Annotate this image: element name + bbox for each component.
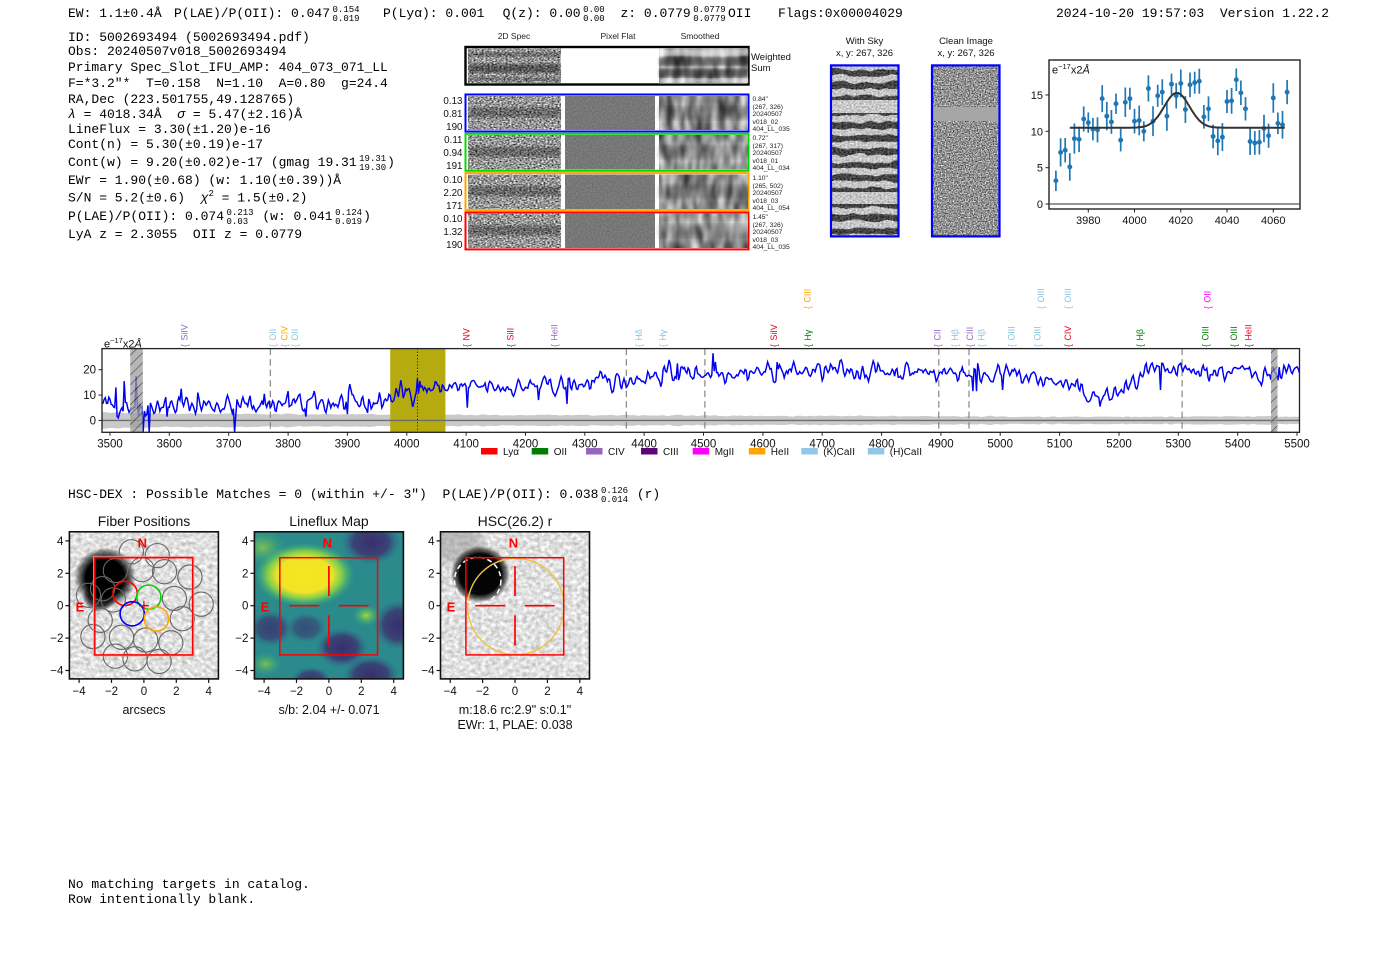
svg-text:{ Hβ: { Hβ [950, 329, 960, 347]
svg-text:{ SiIV: { SiIV [769, 324, 779, 347]
svg-text:E: E [447, 599, 456, 614]
svg-text:−2: −2 [476, 686, 489, 698]
svg-text:4: 4 [57, 536, 64, 548]
svg-text:3600: 3600 [157, 439, 183, 451]
svg-text:4060: 4060 [1261, 215, 1285, 227]
svg-text:3800: 3800 [275, 439, 301, 451]
svg-text:{ Hβ: { Hβ [977, 329, 987, 347]
svg-text:2: 2 [428, 568, 434, 580]
svg-text:{ OIII: { OIII [1033, 326, 1043, 347]
svg-text:2: 2 [544, 686, 550, 698]
svg-text:{ OIII: { OIII [1007, 326, 1017, 347]
svg-text:0: 0 [141, 686, 147, 698]
svg-text:5: 5 [1037, 163, 1043, 175]
svg-text:5300: 5300 [1166, 439, 1192, 451]
svg-text:(H)CaII: (H)CaII [890, 447, 922, 458]
svg-text:5400: 5400 [1225, 439, 1251, 451]
svg-text:−2: −2 [105, 686, 118, 698]
svg-text:0: 0 [90, 415, 96, 427]
svg-text:0: 0 [428, 601, 434, 613]
svg-text:{ OIII: { OIII [1036, 288, 1046, 309]
svg-text:{ OII: { OII [1203, 291, 1213, 309]
svg-text:3500: 3500 [97, 439, 123, 451]
svg-text:(K)CaII: (K)CaII [823, 447, 855, 458]
svg-text:4000: 4000 [394, 439, 420, 451]
svg-text:N: N [138, 535, 147, 550]
svg-text:4100: 4100 [453, 439, 479, 451]
svg-text:0: 0 [57, 601, 63, 613]
svg-text:{ OII: { OII [290, 329, 300, 347]
svg-text:−4: −4 [73, 686, 87, 698]
svg-text:20: 20 [83, 365, 96, 377]
svg-text:0: 0 [242, 601, 248, 613]
svg-text:2: 2 [57, 568, 63, 580]
svg-text:E: E [261, 599, 270, 614]
svg-text:0: 0 [326, 686, 332, 698]
svg-text:4000: 4000 [1122, 215, 1146, 227]
svg-text:{ OII: { OII [268, 329, 278, 347]
svg-text:5000: 5000 [987, 439, 1013, 451]
svg-text:{ Hβ: { Hβ [1135, 329, 1145, 347]
svg-text:5200: 5200 [1106, 439, 1132, 451]
svg-text:{ OIII: { OIII [1229, 326, 1239, 347]
svg-text:2: 2 [242, 568, 248, 580]
svg-text:15: 15 [1031, 90, 1043, 102]
svg-text:{ CIII: { CIII [803, 289, 813, 309]
svg-text:4040: 4040 [1215, 215, 1239, 227]
svg-text:Lyα: Lyα [503, 447, 519, 458]
svg-text:4900: 4900 [928, 439, 954, 451]
svg-text:4: 4 [205, 686, 212, 698]
svg-text:−4: −4 [50, 666, 64, 678]
svg-text:{ HeII: { HeII [550, 324, 560, 347]
svg-text:4020: 4020 [1169, 215, 1193, 227]
svg-text:3900: 3900 [335, 439, 361, 451]
svg-text:5100: 5100 [1047, 439, 1073, 451]
svg-text:4: 4 [242, 536, 249, 548]
svg-text:−4: −4 [421, 666, 435, 678]
svg-text:{ CIV: { CIV [280, 326, 290, 347]
svg-text:2: 2 [173, 686, 179, 698]
svg-text:{ OIII: { OIII [1063, 288, 1073, 309]
svg-text:10: 10 [1031, 126, 1043, 138]
svg-text:{ CIII: { CIII [965, 327, 975, 347]
svg-text:N: N [323, 535, 332, 550]
svg-text:−2: −2 [421, 633, 434, 645]
svg-text:10: 10 [83, 390, 96, 402]
svg-text:−2: −2 [50, 633, 63, 645]
svg-text:{ CIV: { CIV [1063, 326, 1073, 347]
svg-text:4: 4 [390, 686, 397, 698]
svg-text:{ HeII: { HeII [1244, 324, 1254, 347]
svg-text:2: 2 [358, 686, 364, 698]
svg-text:{ CII: { CII [933, 329, 943, 347]
svg-text:MgII: MgII [715, 447, 734, 458]
svg-text:{ NV: { NV [461, 328, 471, 347]
svg-text:CIII: CIII [663, 447, 679, 458]
svg-text:{ SiIV: { SiIV [180, 324, 190, 347]
svg-text:−2: −2 [235, 633, 248, 645]
svg-text:3700: 3700 [216, 439, 242, 451]
svg-text:−2: −2 [290, 686, 303, 698]
svg-text:{ SiII: { SiII [505, 328, 515, 347]
svg-text:4: 4 [428, 536, 435, 548]
svg-text:OII: OII [554, 447, 567, 458]
svg-text:N: N [509, 535, 518, 550]
svg-text:−4: −4 [444, 686, 458, 698]
svg-text:5500: 5500 [1284, 439, 1310, 451]
svg-text:−4: −4 [258, 686, 272, 698]
svg-text:{ Hγ: { Hγ [658, 329, 668, 347]
svg-text:{ OIII: { OIII [1200, 326, 1210, 347]
svg-text:CIV: CIV [608, 447, 625, 458]
svg-text:4: 4 [577, 686, 584, 698]
svg-text:0: 0 [512, 686, 518, 698]
svg-text:{ Hδ: { Hδ [634, 329, 644, 347]
svg-text:3980: 3980 [1076, 215, 1100, 227]
svg-text:0: 0 [1037, 199, 1043, 211]
svg-text:−4: −4 [235, 666, 249, 678]
svg-text:HeII: HeII [771, 447, 789, 458]
svg-text:E: E [76, 599, 85, 614]
svg-text:{ Hγ: { Hγ [803, 329, 813, 347]
